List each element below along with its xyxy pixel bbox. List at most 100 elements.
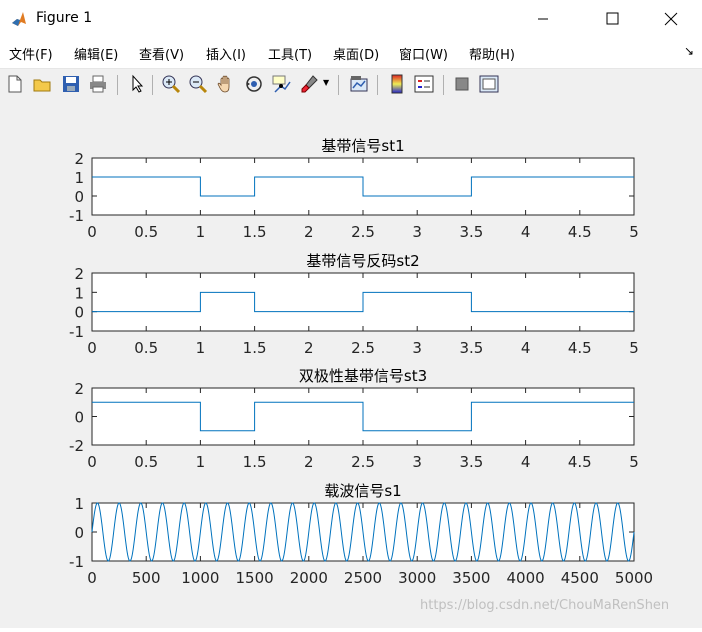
x-tick-label: 0	[87, 569, 97, 587]
x-tick-label: 1	[196, 339, 206, 357]
menu-tools[interactable]: 工具(T)	[268, 44, 312, 63]
x-tick-label: 5000	[615, 569, 653, 587]
x-tick-label: 4.5	[568, 223, 592, 241]
y-tick-label: -2	[69, 437, 84, 455]
pan-hand-icon[interactable]	[215, 73, 237, 95]
x-tick-label: 0	[87, 453, 97, 471]
menu-bar: 文件(F) 编辑(E) 查看(V) 插入(I) 工具(T) 桌面(D) 窗口(W…	[0, 38, 702, 68]
brush-dropdown-icon[interactable]: ▼	[323, 78, 329, 87]
dock-arrow-icon[interactable]: ↘	[684, 44, 694, 58]
x-tick-label: 2.5	[351, 453, 375, 471]
x-tick-label: 4500	[561, 569, 599, 587]
matlab-logo-icon	[10, 10, 28, 28]
x-tick-label: 2500	[344, 569, 382, 587]
close-button[interactable]	[648, 4, 694, 34]
hide-plot-tools-icon[interactable]	[451, 73, 473, 95]
menu-window[interactable]: 窗口(W)	[399, 44, 448, 63]
x-tick-label: 5	[629, 223, 639, 241]
open-file-icon[interactable]	[31, 73, 53, 95]
save-icon[interactable]	[60, 73, 82, 95]
y-tick-label: 1	[74, 284, 84, 302]
maximize-button[interactable]	[589, 4, 635, 34]
x-tick-label: 1500	[236, 569, 274, 587]
x-tick-label: 3	[412, 453, 422, 471]
y-tick-label: 0	[74, 188, 84, 206]
menu-desktop[interactable]: 桌面(D)	[333, 44, 379, 63]
legend-icon[interactable]	[413, 73, 435, 95]
menu-insert[interactable]: 插入(I)	[206, 44, 246, 63]
toolbar-separator	[152, 75, 153, 95]
minimize-button[interactable]	[520, 4, 566, 34]
y-tick-label: 0	[74, 304, 84, 322]
x-tick-label: 0.5	[134, 339, 158, 357]
link-plot-icon[interactable]	[348, 73, 370, 95]
toolbar-separator	[117, 75, 118, 95]
x-tick-label: 3	[412, 223, 422, 241]
zoom-in-icon[interactable]	[160, 73, 182, 95]
x-tick-label: 1000	[181, 569, 219, 587]
rotate-3d-icon[interactable]	[243, 73, 265, 95]
toolbar-separator	[338, 75, 339, 95]
window-title: Figure 1	[36, 10, 93, 26]
y-tick-label: 0	[74, 409, 84, 427]
y-tick-label: -1	[69, 323, 84, 341]
x-tick-label: 1	[196, 223, 206, 241]
x-tick-label: 5	[629, 339, 639, 357]
subplot-title: 基带信号st1	[321, 137, 404, 155]
x-tick-label: 4.5	[568, 453, 592, 471]
new-figure-icon[interactable]	[4, 73, 26, 95]
menu-file[interactable]: 文件(F)	[9, 44, 53, 63]
y-tick-label: 2	[74, 150, 84, 168]
x-tick-label: 3000	[398, 569, 436, 587]
menu-view[interactable]: 查看(V)	[139, 44, 184, 63]
x-tick-label: 1	[196, 453, 206, 471]
x-tick-label: 0.5	[134, 453, 158, 471]
show-plot-tools-icon[interactable]	[478, 73, 500, 95]
y-tick-label: -1	[69, 553, 84, 571]
toolbar-separator	[443, 75, 444, 95]
y-tick-label: 2	[74, 265, 84, 283]
x-tick-label: 2.5	[351, 339, 375, 357]
x-tick-label: 2000	[290, 569, 328, 587]
zoom-out-icon[interactable]	[187, 73, 209, 95]
toolbar-separator	[377, 75, 378, 95]
x-tick-label: 4	[521, 453, 531, 471]
x-tick-label: 500	[132, 569, 161, 587]
x-tick-label: 2.5	[351, 223, 375, 241]
y-tick-label: 1	[74, 495, 84, 513]
x-tick-label: 3.5	[459, 339, 483, 357]
x-tick-label: 1.5	[243, 339, 267, 357]
data-cursor-icon[interactable]	[271, 73, 293, 95]
menu-edit[interactable]: 编辑(E)	[74, 44, 118, 63]
x-tick-label: 3.5	[459, 223, 483, 241]
y-tick-label: 0	[74, 524, 84, 542]
x-tick-label: 4000	[507, 569, 545, 587]
subplot-title: 双极性基带信号st3	[299, 367, 427, 385]
brush-icon[interactable]	[299, 73, 321, 95]
x-tick-label: 4	[521, 339, 531, 357]
x-tick-label: 1.5	[243, 223, 267, 241]
title-bar[interactable]: Figure 1	[0, 0, 702, 38]
x-tick-label: 0.5	[134, 223, 158, 241]
x-tick-label: 2	[304, 339, 314, 357]
y-tick-label: 2	[74, 380, 84, 398]
x-tick-label: 2	[304, 453, 314, 471]
menu-help[interactable]: 帮助(H)	[469, 44, 515, 63]
colorbar-icon[interactable]	[386, 73, 408, 95]
y-tick-label: 1	[74, 169, 84, 187]
x-tick-label: 5	[629, 453, 639, 471]
x-tick-label: 4	[521, 223, 531, 241]
y-tick-label: -1	[69, 207, 84, 225]
x-tick-label: 2	[304, 223, 314, 241]
print-icon[interactable]	[87, 73, 109, 95]
figure-canvas: 基带信号st1 0 0.5 1 1.5 2 2.5 3 3.5 4 4.5 5 2 1 0 -1 基带信号反码s…	[0, 101, 702, 628]
edit-plot-arrow-icon[interactable]	[126, 73, 148, 95]
figure-window: Figure 1 文件(F) 编辑(E) 查看(V) 插入(I) 工具(T) 桌…	[0, 0, 702, 628]
watermark: https://blog.csdn.net/ChouMaRenShen	[420, 598, 670, 613]
x-tick-label: 0	[87, 223, 97, 241]
x-tick-label: 3	[412, 339, 422, 357]
figure-plots: 基带信号st10 0.5 1 1.5 2 2.5 3 3.5 4 4.5 5210-1基带信号反码s…	[69, 137, 653, 587]
subplot-title: 载波信号s1	[324, 482, 401, 500]
subplot-title: 基带信号反码st2	[306, 252, 419, 270]
x-tick-label: 1.5	[243, 453, 267, 471]
